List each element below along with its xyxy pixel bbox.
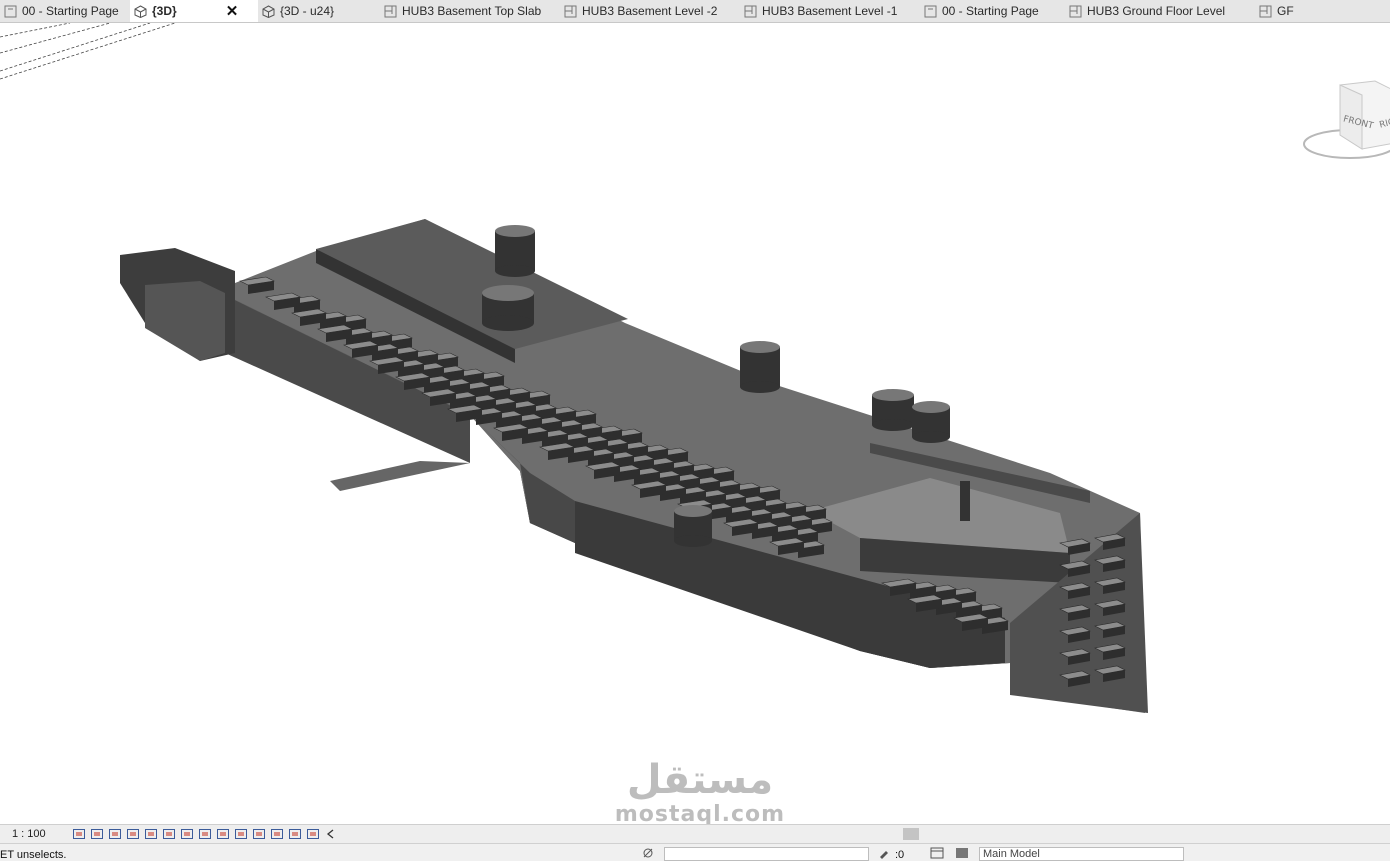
view-tab-label: {3D} <box>152 4 177 18</box>
floor-plan-icon <box>564 5 577 17</box>
workset-icon[interactable] <box>641 847 655 859</box>
constraints-icon[interactable] <box>306 828 320 840</box>
exclude-options-icon[interactable] <box>955 847 969 859</box>
view-tab-3[interactable]: {3D - u24} <box>258 0 380 22</box>
3d-view-icon <box>134 4 147 18</box>
view-tab-2[interactable]: {3D} ✕ <box>130 0 258 22</box>
view-tab-1[interactable]: 00 - Starting Page <box>0 0 130 22</box>
visual-style-icon[interactable] <box>90 828 104 840</box>
view-tab-label: HUB3 Ground Floor Level <box>1087 4 1226 18</box>
view-control-icons <box>72 828 338 840</box>
view-tab-bar: 00 - Starting Page {3D} ✕ {3D - u24} HUB3 Ba… <box>0 0 1390 23</box>
analytical-model-icon[interactable] <box>288 828 302 840</box>
reveal-hidden-icon[interactable] <box>234 828 248 840</box>
floor-plan-icon <box>1259 5 1272 17</box>
view-tab-label: {3D - u24} <box>280 4 335 18</box>
view-tab-6[interactable]: HUB3 Basement Level -1 <box>740 0 920 22</box>
view-tab-label: HUB3 Basement Level -1 <box>762 4 898 18</box>
3d-view-canvas[interactable]: FRONT RIG <box>0 23 1390 823</box>
view-tab-label: 00 - Starting Page <box>942 4 1039 18</box>
view-tab-label: HUB3 Basement Level -2 <box>582 4 718 18</box>
render-icon[interactable] <box>144 828 158 840</box>
view-tab-9[interactable]: GF <box>1255 0 1315 22</box>
3d-view-icon <box>262 4 275 18</box>
show-crop-icon[interactable] <box>180 828 194 840</box>
view-tab-label: 00 - Starting Page <box>22 4 119 18</box>
unlock-3d-icon[interactable] <box>198 828 212 840</box>
view-tab-label: HUB3 Basement Top Slab <box>402 4 542 18</box>
worksharing-icon[interactable] <box>252 828 266 840</box>
workset-dropdown[interactable] <box>664 847 869 861</box>
horizontal-scrollbar-thumb[interactable] <box>903 828 919 840</box>
building-3d-model: FRONT RIG <box>0 23 1390 713</box>
collapse-icon[interactable] <box>324 828 338 840</box>
sheet-icon <box>4 5 17 17</box>
highlight-icon[interactable] <box>270 828 284 840</box>
view-tab-label: GF <box>1277 4 1294 18</box>
status-bar: ET unselects. :0 Main Model <box>0 843 1390 861</box>
detail-level-icon[interactable] <box>72 828 86 840</box>
sheet-icon <box>924 5 937 17</box>
sun-path-icon[interactable] <box>108 828 122 840</box>
floor-plan-icon <box>744 5 757 17</box>
crop-view-icon[interactable] <box>162 828 176 840</box>
editable-count: :0 <box>895 849 905 861</box>
close-tab-icon[interactable]: ✕ <box>226 2 239 20</box>
model-dropdown[interactable]: Main Model <box>979 847 1184 861</box>
editable-only-icon[interactable] <box>878 847 892 859</box>
view-tab-8[interactable]: HUB3 Ground Floor Level <box>1065 0 1255 22</box>
view-tab-5[interactable]: HUB3 Basement Level -2 <box>560 0 740 22</box>
temporary-hide-icon[interactable] <box>216 828 230 840</box>
floor-plan-icon <box>384 5 397 17</box>
shadows-icon[interactable] <box>126 828 140 840</box>
view-control-bar: 1 : 100 <box>0 824 1390 843</box>
floor-plan-icon <box>1069 5 1082 17</box>
view-tab-4[interactable]: HUB3 Basement Top Slab <box>380 0 560 22</box>
view-tab-7[interactable]: 00 - Starting Page <box>920 0 1065 22</box>
status-message: ET unselects. <box>0 849 67 861</box>
design-options-icon[interactable] <box>930 847 944 859</box>
view-scale[interactable]: 1 : 100 <box>0 828 72 840</box>
section-lines <box>0 23 176 80</box>
viewcube[interactable]: FRONT RIG <box>1303 80 1390 159</box>
